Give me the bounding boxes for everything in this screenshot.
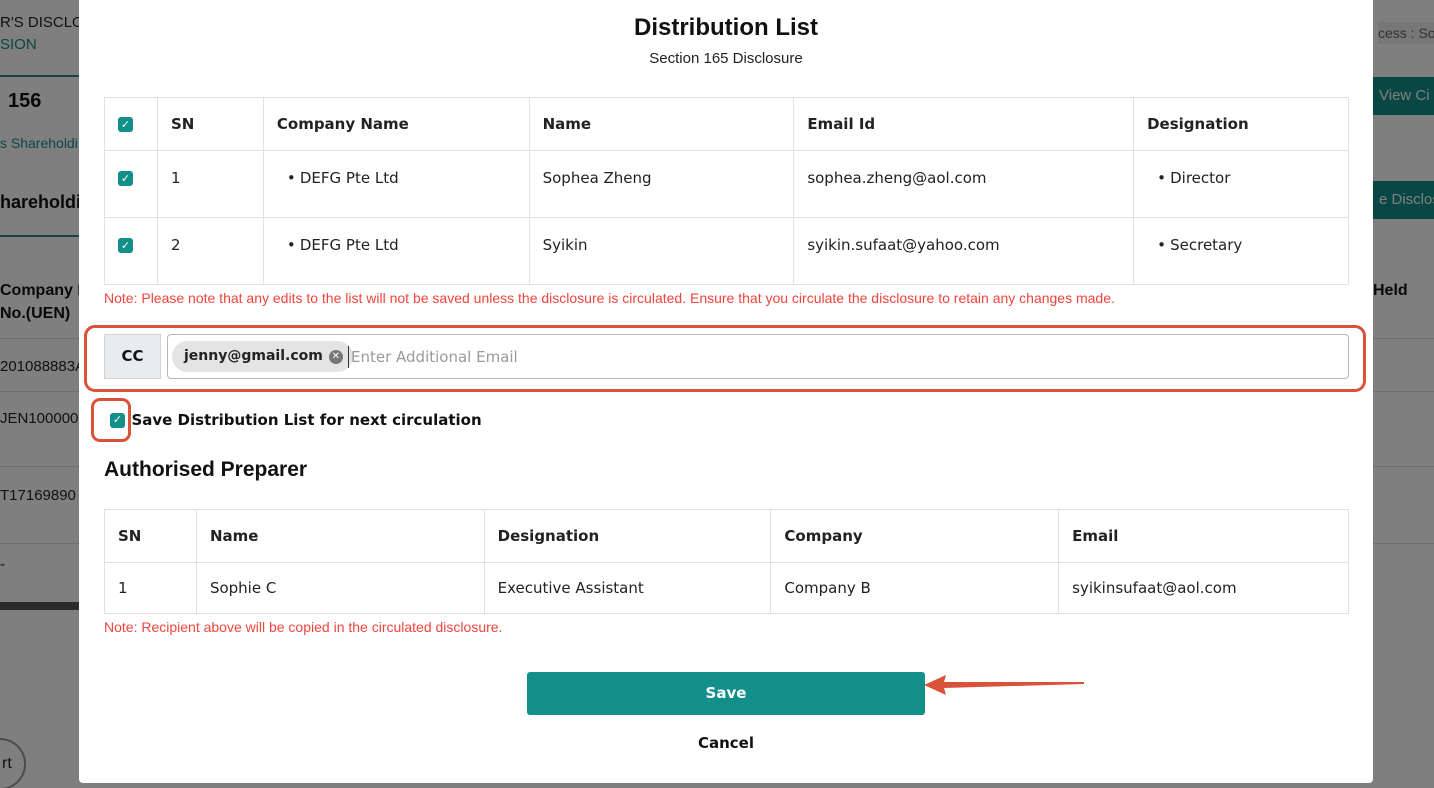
company-cell: DEFG Pte Ltd <box>262 150 530 218</box>
select-all-cell: ✓ <box>104 97 158 151</box>
email-cell: syikin.sufaat@yahoo.com <box>793 217 1135 285</box>
row-checkbox-icon[interactable]: ✓ <box>118 238 133 253</box>
column-header: Designation <box>1133 97 1349 151</box>
designation-cell: Director <box>1133 150 1349 218</box>
row-select-cell: ✓ <box>104 150 158 218</box>
email-cell: syikinsufaat@aol.com <box>1058 562 1349 614</box>
column-header: Name <box>195 509 485 563</box>
table-row: 1 Sophie C Executive Assistant Company B… <box>104 562 1349 614</box>
preparer-table: SN Name Designation Company Email 1 Soph… <box>104 509 1349 614</box>
sn-cell: 1 <box>104 562 197 614</box>
save-distribution-option[interactable]: ✓ Save Distribution List for next circul… <box>110 411 482 429</box>
name-cell: Syikin <box>528 217 795 285</box>
company-cell: Company B <box>770 562 1060 614</box>
designation-cell: Executive Assistant <box>483 562 772 614</box>
column-header: Company Name <box>262 97 530 151</box>
cancel-button[interactable]: Cancel <box>527 734 925 752</box>
name-cell: Sophie C <box>195 562 485 614</box>
table-row: ✓ 2 DEFG Pte Ltd Syikin syikin.sufaat@ya… <box>104 217 1349 285</box>
cc-highlight-box <box>84 325 1366 392</box>
select-all-checkbox-icon[interactable]: ✓ <box>118 117 133 132</box>
table-header-row: SN Name Designation Company Email <box>104 509 1349 563</box>
recipient-note: Note: Recipient above will be copied in … <box>104 619 503 635</box>
distribution-table: ✓ SN Company Name Name Email Id Designat… <box>104 97 1349 285</box>
designation-cell: Secretary <box>1133 217 1349 285</box>
column-header: Email Id <box>793 97 1135 151</box>
company-cell: DEFG Pte Ltd <box>262 217 530 285</box>
edits-note: Note: Please note that any edits to the … <box>104 290 1115 306</box>
row-select-cell: ✓ <box>104 217 158 285</box>
table-header-row: ✓ SN Company Name Name Email Id Designat… <box>104 97 1349 151</box>
column-header: Designation <box>483 509 772 563</box>
email-cell: sophea.zheng@aol.com <box>793 150 1135 218</box>
table-row: ✓ 1 DEFG Pte Ltd Sophea Zheng sophea.zhe… <box>104 150 1349 218</box>
column-header: SN <box>156 97 264 151</box>
designation-bullet: Director <box>1147 169 1230 187</box>
name-cell: Sophea Zheng <box>528 150 795 218</box>
column-header: Company <box>770 509 1060 563</box>
column-header: Name <box>528 97 795 151</box>
modal-subtitle: Section 165 Disclosure <box>649 50 803 67</box>
save-button[interactable]: Save <box>527 672 925 715</box>
row-checkbox-icon[interactable]: ✓ <box>118 171 133 186</box>
column-header: SN <box>104 509 197 563</box>
authorised-preparer-heading: Authorised Preparer <box>104 458 308 481</box>
sn-cell: 2 <box>156 217 264 285</box>
column-header: Email <box>1058 509 1349 563</box>
company-bullet: DEFG Pte Ltd <box>277 236 399 254</box>
checkbox-highlight-box <box>91 398 131 442</box>
arrow-left-icon <box>924 675 1084 695</box>
sn-cell: 1 <box>156 150 264 218</box>
save-distribution-label: Save Distribution List for next circulat… <box>131 411 482 429</box>
company-bullet: DEFG Pte Ltd <box>277 169 399 187</box>
modal-title: Distribution List <box>634 14 818 41</box>
designation-bullet: Secretary <box>1147 236 1242 254</box>
